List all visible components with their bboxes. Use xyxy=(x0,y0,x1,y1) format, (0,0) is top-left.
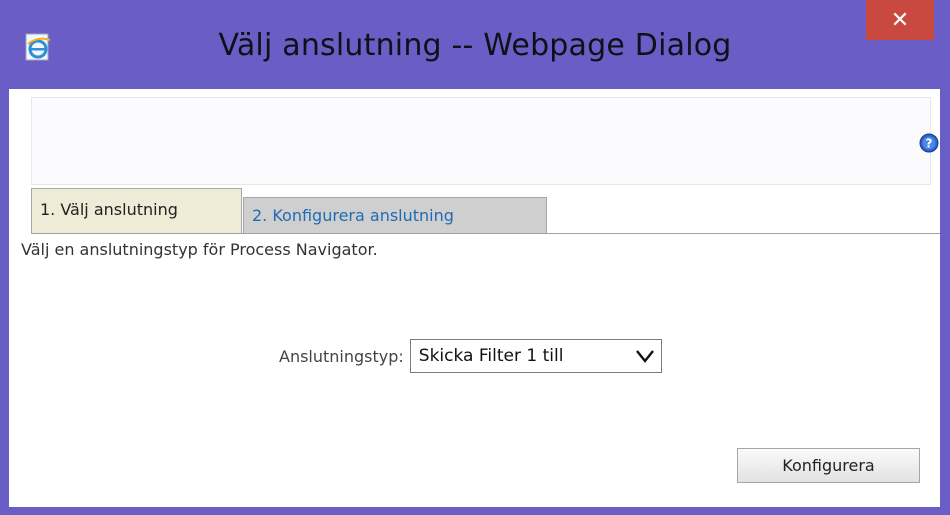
dialog-content: ? 1. Välj anslutning 2. Konfigurera ansl… xyxy=(9,89,940,507)
close-icon: ✕ xyxy=(890,7,910,33)
connection-type-label: Anslutningstyp: xyxy=(279,346,404,366)
connection-type-row: Anslutningstyp: Skicka Filter 1 till xyxy=(279,337,662,375)
window-title: Välj anslutning -- Webpage Dialog xyxy=(218,28,732,63)
help-icon[interactable]: ? xyxy=(919,133,939,153)
configure-label: Konfigurera xyxy=(782,456,875,475)
title-bar[interactable]: Välj anslutning -- Webpage Dialog ✕ xyxy=(0,0,950,88)
svg-text:?: ? xyxy=(926,137,933,151)
connection-type-select[interactable]: Skicka Filter 1 till xyxy=(409,339,662,373)
tab-strip: 1. Välj anslutning 2. Konfigurera anslut… xyxy=(31,188,940,234)
close-button[interactable]: ✕ xyxy=(866,0,934,40)
description-text: Välj en anslutningstyp för Process Navig… xyxy=(21,240,378,259)
configure-button[interactable]: Konfigurera xyxy=(737,448,920,483)
tab-label: 1. Välj anslutning xyxy=(40,200,178,219)
chevron-down-icon xyxy=(635,350,654,363)
tab-label: 2. Konfigurera anslutning xyxy=(252,206,454,225)
dialog-window: Välj anslutning -- Webpage Dialog ✕ ? 1.… xyxy=(0,0,950,515)
tab-valj-anslutning[interactable]: 1. Välj anslutning xyxy=(31,188,242,233)
ribbon-area: ? xyxy=(31,97,939,185)
selected-value: Skicka Filter 1 till xyxy=(418,346,564,366)
tab-konfigurera-anslutning[interactable]: 2. Konfigurera anslutning xyxy=(243,197,547,233)
